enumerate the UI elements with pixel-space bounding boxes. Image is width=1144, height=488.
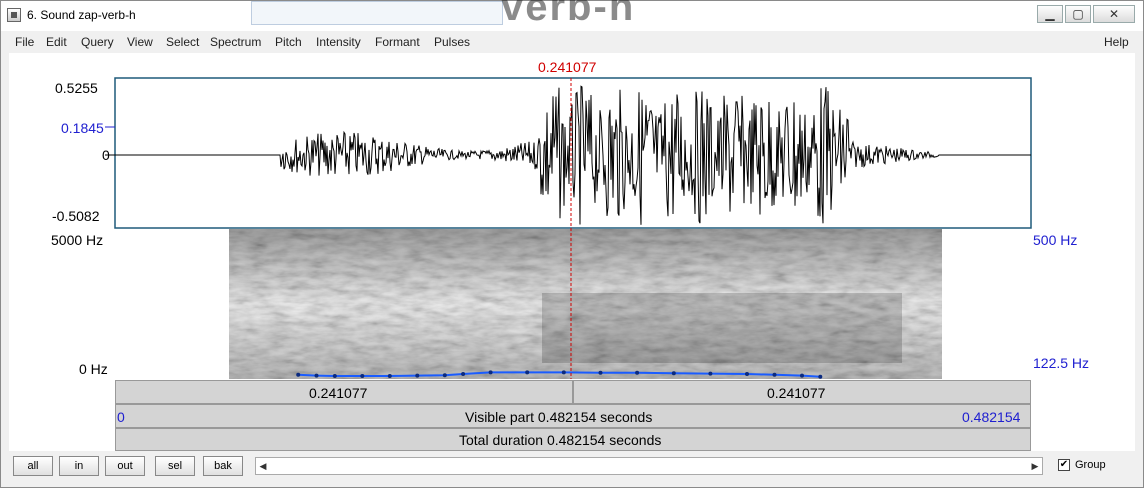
pitch-point	[296, 372, 301, 377]
pitch-point	[442, 373, 447, 378]
pitch-point	[488, 370, 493, 375]
pitch-point	[415, 373, 420, 378]
pitch-point	[314, 373, 319, 378]
group-label: Group	[1075, 459, 1106, 471]
visible-start-label: 0	[117, 409, 125, 425]
bottom-toolbar: all in out sel bak ◀ ▶ ✔ Group	[9, 452, 1135, 480]
praat-sound-icon	[7, 8, 21, 22]
close-icon: ✕	[1108, 7, 1120, 21]
close-button[interactable]: ✕	[1093, 5, 1135, 23]
spectrogram-voiced-region	[542, 293, 902, 363]
right-duration-label: 0.241077	[767, 385, 826, 401]
pitch-point	[818, 374, 823, 379]
menu-view[interactable]: View	[127, 35, 153, 49]
pitch-point	[561, 370, 566, 375]
background-window-fragment	[251, 1, 503, 25]
zoom-back-button[interactable]: bak	[203, 456, 243, 476]
pitch-point	[671, 371, 676, 376]
pitch-point	[387, 374, 392, 378]
minimize-icon: ▁	[1045, 7, 1055, 21]
menu-pulses[interactable]: Pulses	[434, 35, 470, 49]
left-duration-label: 0.241077	[309, 385, 368, 401]
window-title: 6. Sound zap-verb-h	[27, 8, 136, 22]
pitch-point	[708, 371, 713, 376]
pitch-point	[745, 372, 749, 376]
visible-end-label: 0.482154	[962, 409, 1021, 425]
horizontal-scrollbar[interactable]: ◀ ▶	[255, 457, 1043, 475]
pitch-point	[800, 373, 804, 378]
menu-pitch[interactable]: Pitch	[275, 35, 302, 49]
maximize-icon: ▢	[1072, 7, 1084, 21]
sound-editor-window: 6. Sound zap-verb-h verb-h ▁ ▢ ✕ File Ed…	[0, 0, 1144, 488]
menu-query[interactable]: Query	[81, 35, 114, 49]
menu-spectrum[interactable]: Spectrum	[210, 35, 261, 49]
menu-formant[interactable]: Formant	[375, 35, 420, 49]
pitch-point	[525, 370, 530, 375]
zoom-in-button[interactable]: in	[59, 456, 99, 476]
menu-intensity[interactable]: Intensity	[316, 35, 361, 49]
pitch-point	[635, 370, 640, 375]
total-duration-label: Total duration 0.482154 seconds	[459, 432, 662, 448]
background-window-title: verb-h	[501, 0, 636, 29]
title-bar: 6. Sound zap-verb-h verb-h ▁ ▢ ✕	[1, 0, 1143, 31]
zoom-all-button[interactable]: all	[13, 456, 53, 476]
menu-select[interactable]: Select	[166, 35, 199, 49]
menu-help[interactable]: Help	[1104, 35, 1129, 49]
zoom-selection-button[interactable]: sel	[155, 456, 195, 476]
pitch-point	[461, 372, 466, 376]
menu-file[interactable]: File	[15, 35, 34, 49]
visible-part-label: Visible part 0.482154 seconds	[465, 409, 653, 425]
scroll-right-icon[interactable]: ▶	[1028, 458, 1042, 474]
maximize-button[interactable]: ▢	[1065, 5, 1091, 23]
pitch-point	[772, 372, 777, 377]
group-checkbox[interactable]: ✔	[1058, 459, 1070, 471]
menu-bar: File Edit Query View Select Spectrum Pit…	[9, 32, 1135, 52]
pitch-point	[360, 374, 365, 378]
zoom-out-button[interactable]: out	[105, 456, 145, 476]
editor-content[interactable]: 0.241077 0.5255 0.1845 0 -0.5082 5000 Hz…	[9, 53, 1135, 451]
scroll-left-icon[interactable]: ◀	[256, 458, 270, 474]
pitch-point	[332, 374, 337, 378]
pitch-point	[598, 370, 603, 375]
menu-edit[interactable]: Edit	[46, 35, 67, 49]
minimize-button[interactable]: ▁	[1037, 5, 1063, 23]
